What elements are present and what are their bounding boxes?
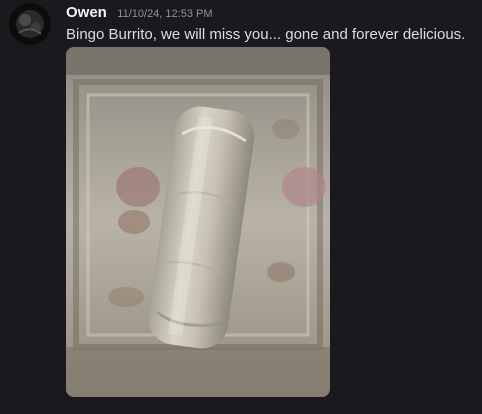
- user-avatar[interactable]: [9, 3, 51, 45]
- author-name[interactable]: Owen: [66, 4, 107, 21]
- image-attachment[interactable]: [66, 47, 330, 397]
- message-header: Owen 11/10/24, 12:53 PM: [66, 4, 213, 22]
- avatar-image: [9, 3, 51, 45]
- burrito-photo: [66, 47, 330, 397]
- chat-message: Owen 11/10/24, 12:53 PM Bingo Burrito, w…: [0, 0, 482, 414]
- message-text: Bingo Burrito, we will miss you... gone …: [66, 26, 466, 43]
- message-timestamp: 11/10/24, 12:53 PM: [117, 8, 213, 20]
